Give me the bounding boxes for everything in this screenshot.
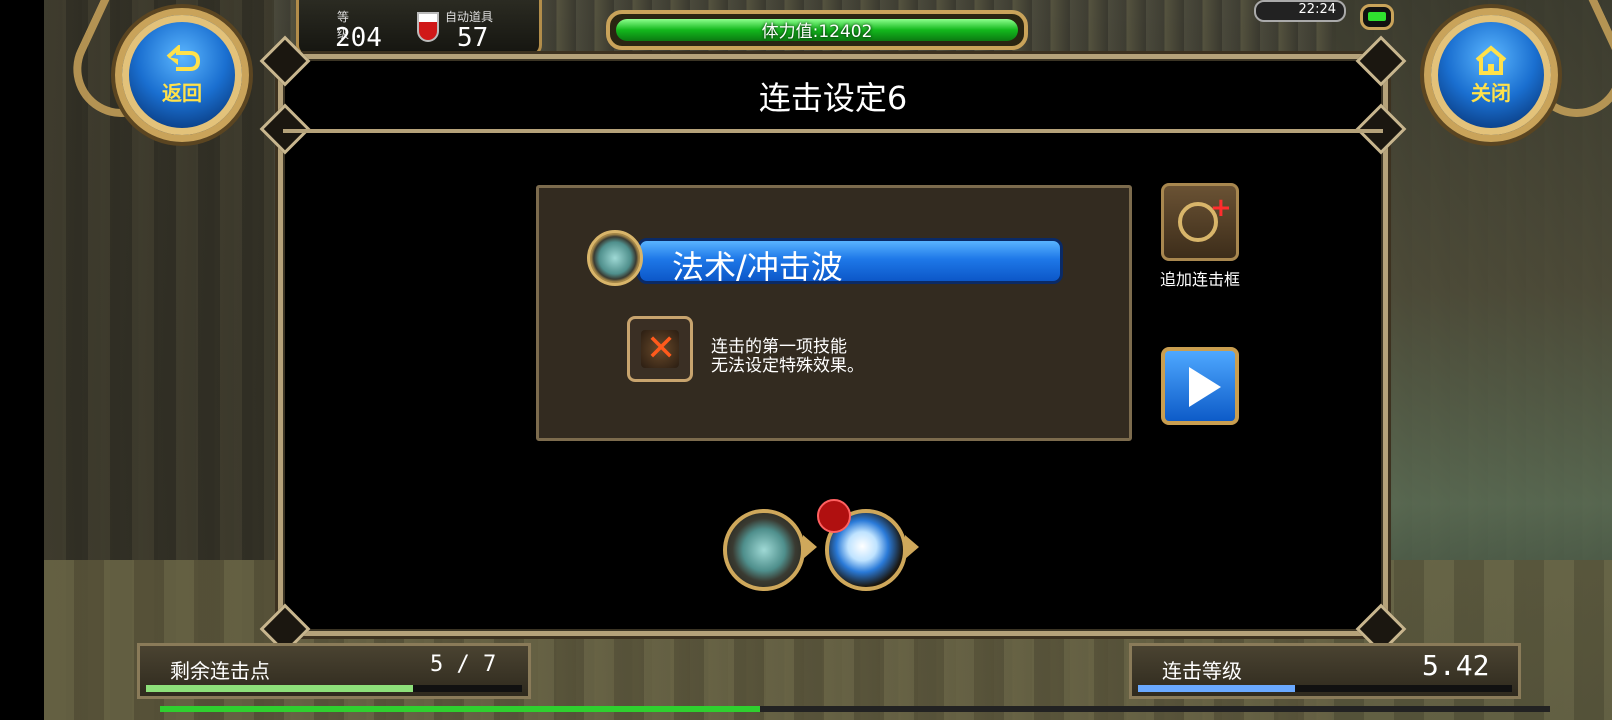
effect-note-line1: 连击的第一项技能 xyxy=(711,337,847,357)
experience-bar-fill xyxy=(160,706,760,712)
remaining-combo-points-panel: 剩余连击点 5 / 7 xyxy=(137,643,531,699)
skill-panel: 法术/冲击波 ✕ 连击的第一项技能 无法设定特殊效果。 xyxy=(536,185,1132,441)
skill-slot[interactable]: 法术/冲击波 xyxy=(587,230,1067,286)
combo-settings-dialog: 连击设定6 法术/冲击波 ✕ 连击的第一项技能 无法设定特殊效果。 + 追加连击… xyxy=(259,35,1407,655)
skill-icon xyxy=(587,230,643,286)
chain-arrow-icon xyxy=(905,535,919,559)
add-combo-slot-label: 追加连击框 xyxy=(1159,270,1240,289)
play-icon xyxy=(1189,367,1221,407)
combo-level-value: 5.42 xyxy=(1422,649,1490,682)
close-button-label: 关闭 xyxy=(1471,80,1511,105)
level-item-hud: 等级 204 自动道具 57 xyxy=(296,0,542,57)
return-arrow-icon xyxy=(166,44,201,71)
game-screen: 返回 关闭 等级 204 自动道具 57 体力值:12402 22:24 连击设… xyxy=(0,0,1612,720)
combo-level-label: 连击等级 xyxy=(1162,659,1242,683)
combo-skill-1-icon[interactable] xyxy=(723,509,805,591)
level-value: 204 xyxy=(335,23,382,53)
remaining-combo-points-bar xyxy=(146,685,522,692)
battery-icon xyxy=(1360,4,1394,30)
combo-level-bar xyxy=(1138,685,1512,692)
combo-level-panel: 连击等级 5.42 xyxy=(1129,643,1521,699)
next-button[interactable] xyxy=(1161,347,1239,425)
effect-disabled-button[interactable]: ✕ xyxy=(627,316,693,382)
potion-icon xyxy=(417,12,439,42)
clock-time: 22:24 xyxy=(1298,2,1336,17)
effect-note: 连击的第一项技能 无法设定特殊效果。 xyxy=(711,338,864,376)
remaining-combo-points-bar-fill xyxy=(146,685,413,692)
close-button[interactable]: 关闭 xyxy=(1424,8,1558,142)
plus-icon: + xyxy=(1210,193,1232,223)
combo-level-bar-fill xyxy=(1138,685,1296,692)
dialog-title-bar: 连击设定6 xyxy=(283,59,1383,133)
stamina-text: 体力值:12402 xyxy=(761,22,873,42)
x-icon: ✕ xyxy=(646,328,677,369)
effect-note-line2: 无法设定特殊效果。 xyxy=(711,356,864,376)
dialog-title: 连击设定6 xyxy=(758,79,908,117)
clock: 22:24 xyxy=(1254,0,1346,22)
back-button-label: 返回 xyxy=(162,80,202,105)
home-icon xyxy=(1475,44,1507,75)
auto-item-value: 57 xyxy=(457,23,489,53)
experience-bar xyxy=(160,706,1550,712)
remaining-combo-points-value: 5 / 7 xyxy=(430,652,497,677)
combo-chain xyxy=(723,499,943,599)
back-button[interactable]: 返回 xyxy=(115,8,249,142)
remaining-combo-points-label: 剩余连击点 xyxy=(170,659,270,683)
stamina-bar: 体力值:12402 xyxy=(606,10,1028,50)
add-combo-slot-button[interactable]: + xyxy=(1161,183,1239,261)
chain-arrow-icon xyxy=(803,535,817,559)
special-effect-badge-icon xyxy=(817,499,851,533)
skill-name: 法术/冲击波 xyxy=(672,248,843,286)
skill-name-bar[interactable]: 法术/冲击波 xyxy=(637,238,1063,286)
